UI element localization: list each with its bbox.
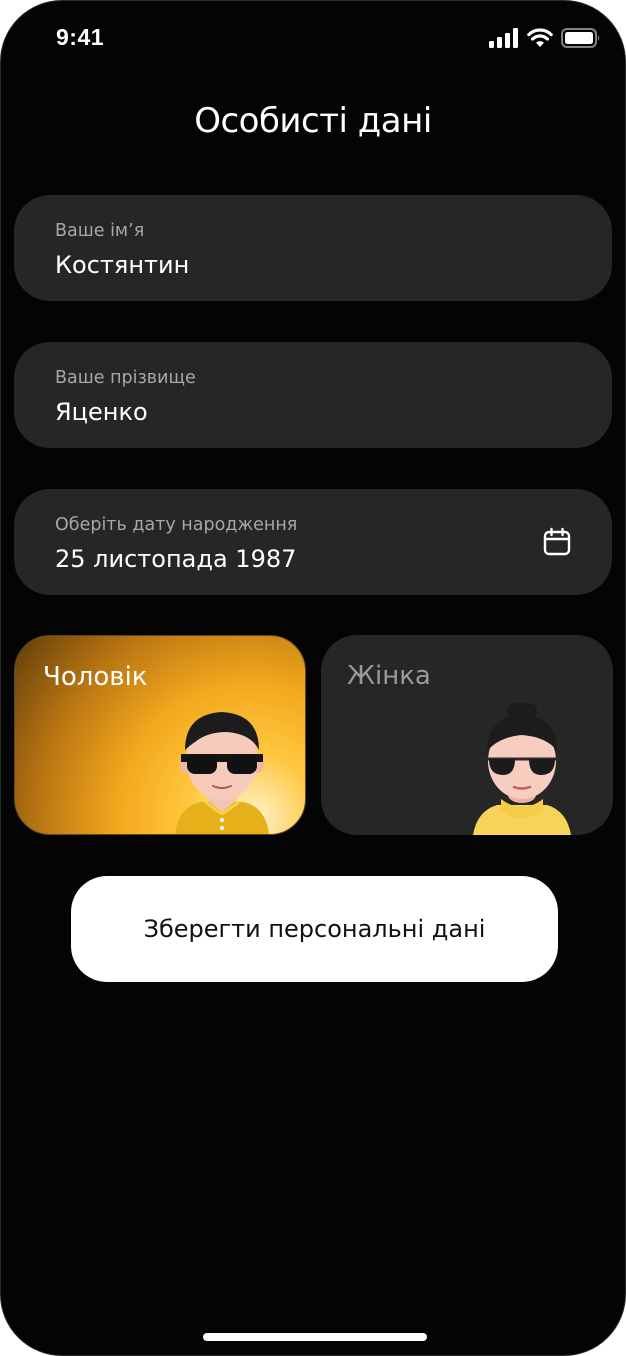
gender-option-female[interactable]: Жінка xyxy=(321,635,613,835)
phone-screen: 9:41 Особисті дані Ваше ім’я Костянтин В… xyxy=(0,0,626,1356)
page-title: Особисті дані xyxy=(194,101,432,141)
battery-icon xyxy=(561,28,600,48)
birth-date-value[interactable]: 25 листопада 1987 xyxy=(55,545,296,573)
first-name-field[interactable]: Ваше ім’я Костянтин xyxy=(14,195,612,301)
last-name-value[interactable]: Яценко xyxy=(55,398,148,426)
last-name-label: Ваше прізвище xyxy=(55,368,196,388)
status-bar: 9:41 xyxy=(1,1,625,81)
male-avatar xyxy=(175,712,269,834)
first-name-label: Ваше ім’я xyxy=(55,221,145,241)
last-name-field[interactable]: Ваше прізвище Яценко xyxy=(14,342,612,448)
female-avatar xyxy=(473,703,571,835)
male-label: Чоловік xyxy=(43,662,148,692)
calendar-icon[interactable] xyxy=(542,527,572,557)
female-label: Жінка xyxy=(347,661,431,691)
save-personal-data-button[interactable]: Зберегти персональні дані xyxy=(71,876,558,982)
birth-date-field[interactable]: Оберіть дату народження 25 листопада 198… xyxy=(14,489,612,595)
first-name-value[interactable]: Костянтин xyxy=(55,251,189,279)
gender-option-male[interactable]: Чоловік xyxy=(14,635,306,835)
status-time: 9:41 xyxy=(56,24,105,50)
birth-date-label: Оберіть дату народження xyxy=(55,515,298,535)
home-indicator[interactable] xyxy=(203,1333,427,1341)
cellular-signal-icon xyxy=(489,28,518,48)
status-icons xyxy=(489,28,601,48)
wifi-icon xyxy=(527,28,553,47)
